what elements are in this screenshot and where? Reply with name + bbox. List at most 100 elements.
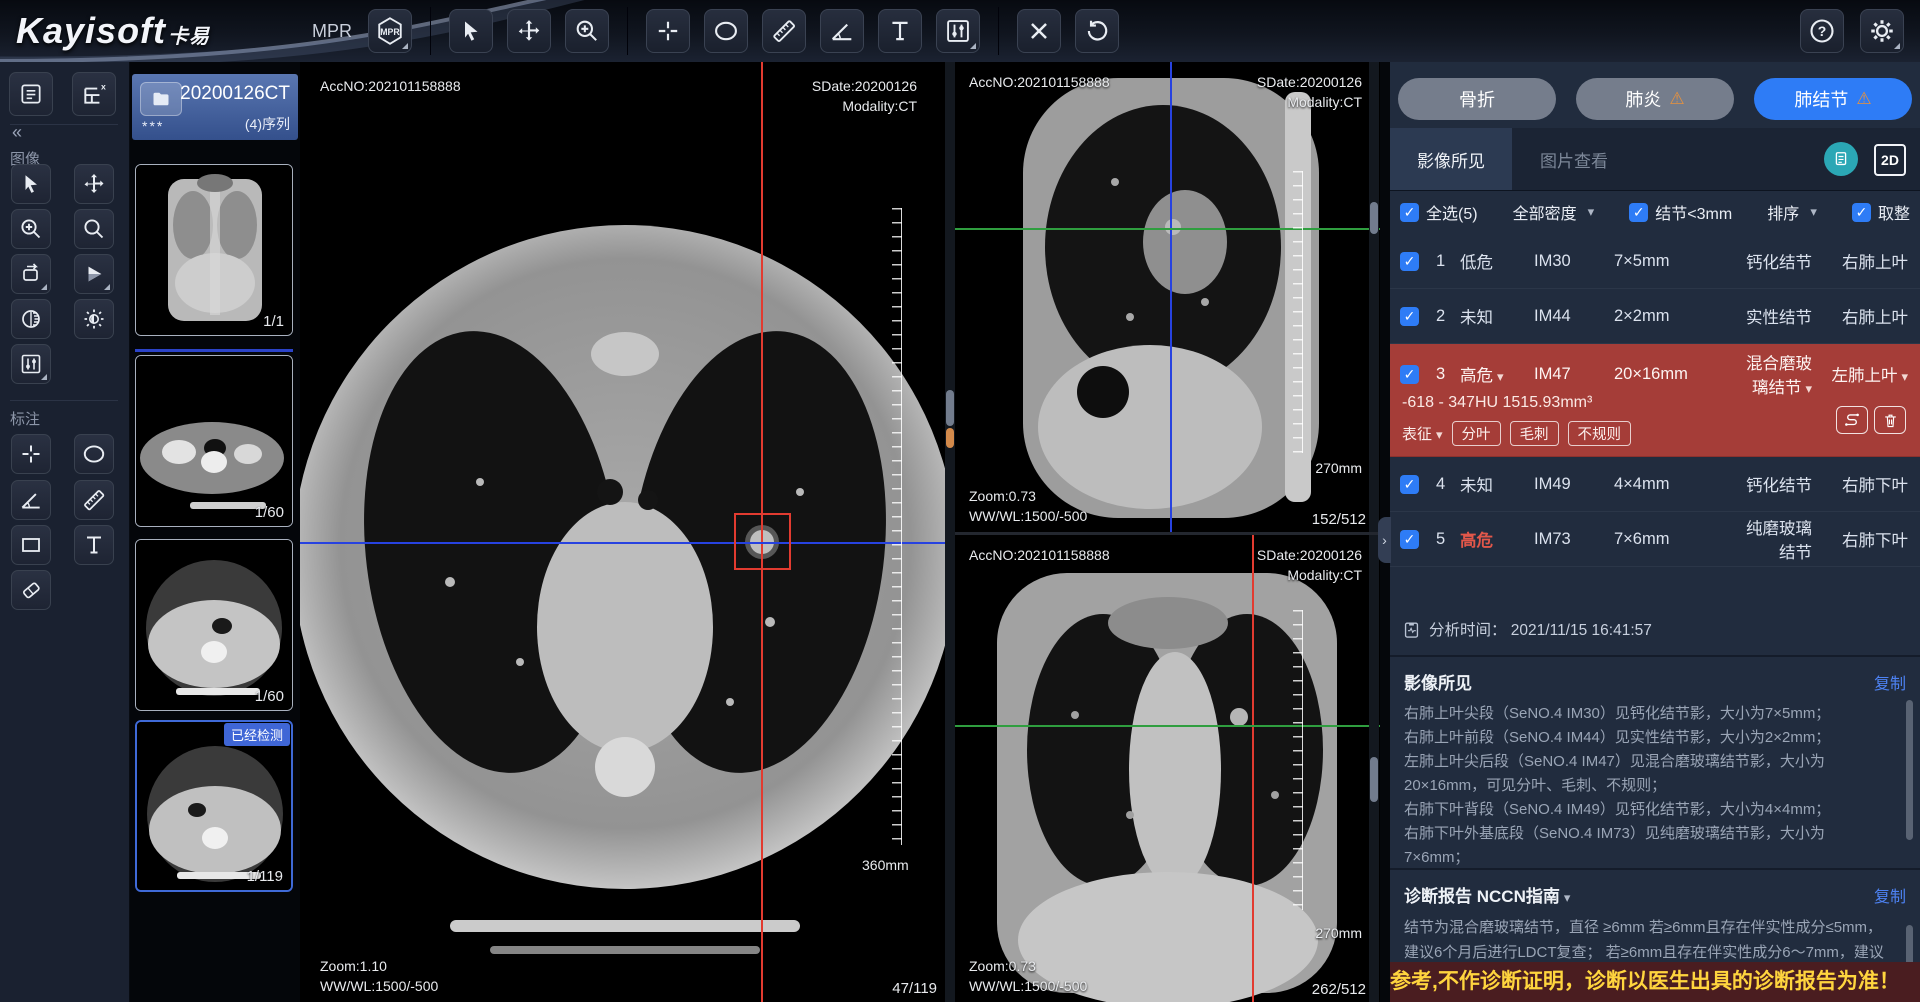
annot-text-button[interactable] [74, 525, 114, 565]
rail-cine-play-button[interactable] [74, 254, 114, 294]
rail-brightness-button[interactable] [74, 299, 114, 339]
rail-zoom-in-button[interactable] [11, 209, 51, 249]
risk-dropdown[interactable]: 高危 [1460, 362, 1534, 386]
copy-findings-link[interactable]: 复制 [1874, 670, 1906, 694]
rail-select-button[interactable] [11, 164, 51, 204]
tab-lung-nodule[interactable]: 肺结节 [1754, 78, 1912, 120]
annot-ellipse-button[interactable] [74, 434, 114, 474]
type-dropdown[interactable]: 混合磨玻璃结节 [1730, 350, 1812, 398]
size-filter-checkbox[interactable]: 结节<3mm [1629, 200, 1732, 224]
nodule-row-3-selected[interactable]: 3 高危 IM47 20×16mm 混合磨玻璃结节 左肺上叶 -618 - 34… [1390, 344, 1920, 457]
zoom-in-button[interactable] [565, 9, 609, 53]
mpr-mode-button[interactable]: MPR [368, 9, 412, 53]
viewport-sagittal[interactable]: AccNO:202101158888 SDate:20200126 Modali… [955, 62, 1380, 532]
feature-chip[interactable]: 分叶 [1452, 421, 1501, 446]
series-list-button[interactable] [9, 72, 53, 116]
axial-scrollbar[interactable] [945, 62, 955, 1002]
crosshair-horizontal-blue[interactable] [300, 542, 945, 544]
text-annotation-button[interactable] [878, 9, 922, 53]
report-button[interactable] [1824, 142, 1858, 176]
help-button[interactable]: ? [1800, 9, 1844, 53]
findings-scrollbar[interactable] [1906, 700, 1913, 840]
thumbnail-scout[interactable]: 1/1 [135, 164, 293, 336]
delete-nodule-button[interactable] [1874, 406, 1906, 434]
crosshair-vertical-blue[interactable] [1170, 62, 1172, 532]
nodule-filters: 全选(5) 全部密度 结节<3mm 排序 取整 [1390, 190, 1920, 234]
ruler-icon [81, 487, 107, 513]
series-header[interactable]: 20200126CT *** (4)序列 [132, 74, 298, 140]
row-checkbox[interactable] [1400, 252, 1419, 271]
feature-chip[interactable]: 毛刺 [1510, 421, 1559, 446]
list-icon [18, 81, 44, 107]
crosshair-horizontal-green[interactable] [955, 228, 1380, 230]
feature-chip[interactable]: 不规则 [1568, 421, 1632, 446]
annot-rectangle-button[interactable] [11, 525, 51, 565]
row-checkbox[interactable] [1400, 307, 1419, 326]
rail-window-level-button[interactable] [11, 344, 51, 384]
thumbnail-series-2[interactable]: 1/60 [135, 355, 293, 527]
2d-toggle-button[interactable]: 2D [1874, 144, 1906, 176]
sagittal-scrollbar[interactable] [1369, 62, 1379, 532]
round-checkbox[interactable]: 取整 [1852, 200, 1910, 224]
annot-ruler-button[interactable] [74, 480, 114, 520]
crosshair-horizontal-green[interactable] [955, 725, 1380, 727]
tab-fracture[interactable]: 骨折 [1398, 78, 1556, 120]
warning-icon [1669, 89, 1684, 109]
tab-findings-view[interactable]: 影像所见 [1390, 128, 1512, 190]
thumbnail-series-4-selected[interactable]: 已经检测 1/119 [135, 720, 293, 892]
scrollbar-thumb[interactable] [946, 390, 954, 426]
annot-eraser-button[interactable] [11, 570, 51, 610]
collapse-rail-icon[interactable] [12, 122, 22, 143]
scrollbar-thumb[interactable] [1370, 202, 1378, 234]
panel-collapse-handle[interactable] [1378, 517, 1391, 563]
select-all-checkbox[interactable]: 全选(5) [1400, 200, 1478, 224]
nodule-row-2[interactable]: 2 未知 IM44 2×2mm 实性结节 右肺上叶 [1390, 289, 1920, 344]
select-cursor-button[interactable] [449, 9, 493, 53]
guideline-dropdown[interactable]: NCCN指南 [1477, 887, 1560, 906]
ruler-tool-button[interactable] [762, 9, 806, 53]
viewport-axial[interactable]: AccNO:202101158888 SDate:20200126 Modali… [300, 62, 945, 1002]
angle-tool-button[interactable] [820, 9, 864, 53]
window-level-button[interactable] [936, 9, 980, 53]
sort-dropdown[interactable]: 排序 [1767, 200, 1817, 224]
density-filter-dropdown[interactable]: 全部密度 [1513, 200, 1595, 224]
layout-close-button[interactable]: x [72, 72, 116, 116]
feature-dropdown[interactable]: 表征 [1402, 423, 1443, 444]
checkbox-checked-icon[interactable] [1852, 203, 1871, 222]
nodule-roi-box[interactable] [734, 513, 791, 570]
row-checkbox[interactable] [1400, 365, 1419, 384]
nodule-row-3-header[interactable]: 3 高危 IM47 20×16mm 混合磨玻璃结节 左肺上叶 [1390, 344, 1920, 392]
annot-angle-button[interactable] [11, 480, 51, 520]
copy-report-link[interactable]: 复制 [1874, 883, 1906, 907]
ellipse-roi-button[interactable] [704, 9, 748, 53]
crosshair-vertical-red[interactable] [1252, 535, 1254, 1002]
rail-magnify-button[interactable] [74, 209, 114, 249]
tab-image-view[interactable]: 图片查看 [1540, 128, 1608, 190]
tab-label: 图片查看 [1540, 147, 1608, 172]
folder-icon [140, 82, 182, 116]
delete-annotation-button[interactable] [1017, 9, 1061, 53]
checkbox-checked-icon[interactable] [1629, 203, 1648, 222]
location-dropdown[interactable]: 左肺上叶 [1812, 362, 1908, 386]
tab-pneumonia[interactable]: 肺炎 [1576, 78, 1734, 120]
row-checkbox[interactable] [1400, 530, 1419, 549]
reset-button[interactable] [1075, 9, 1119, 53]
guideline-caret[interactable] [1560, 887, 1571, 906]
annot-crosshair-button[interactable] [11, 434, 51, 474]
nodule-row-1[interactable]: 1 低危 IM30 7×5mm 钙化结节 右肺上叶 [1390, 234, 1920, 289]
crosshair-tool-button[interactable] [646, 9, 690, 53]
follow-up-button[interactable] [1836, 406, 1868, 434]
rail-rotate-button[interactable] [11, 254, 51, 294]
scrollbar-thumb[interactable] [1370, 757, 1378, 802]
pan-button[interactable] [507, 9, 551, 53]
rail-pan-button[interactable] [74, 164, 114, 204]
row-checkbox[interactable] [1400, 475, 1419, 494]
viewport-coronal[interactable]: AccNO:202101158888 SDate:20200126 Modali… [955, 535, 1380, 1002]
checkbox-checked-icon[interactable] [1400, 203, 1419, 222]
nodule-row-4[interactable]: 4 未知 IM49 4×4mm 钙化结节 右肺下叶 [1390, 457, 1920, 512]
coronal-scrollbar[interactable] [1369, 535, 1379, 1002]
rail-invert-button[interactable] [11, 299, 51, 339]
nodule-row-5[interactable]: 5 高危 IM73 7×6mm 纯磨玻璃结节 右肺下叶 [1390, 512, 1920, 567]
settings-button[interactable] [1860, 9, 1904, 53]
thumbnail-series-3[interactable]: 1/60 [135, 539, 293, 711]
